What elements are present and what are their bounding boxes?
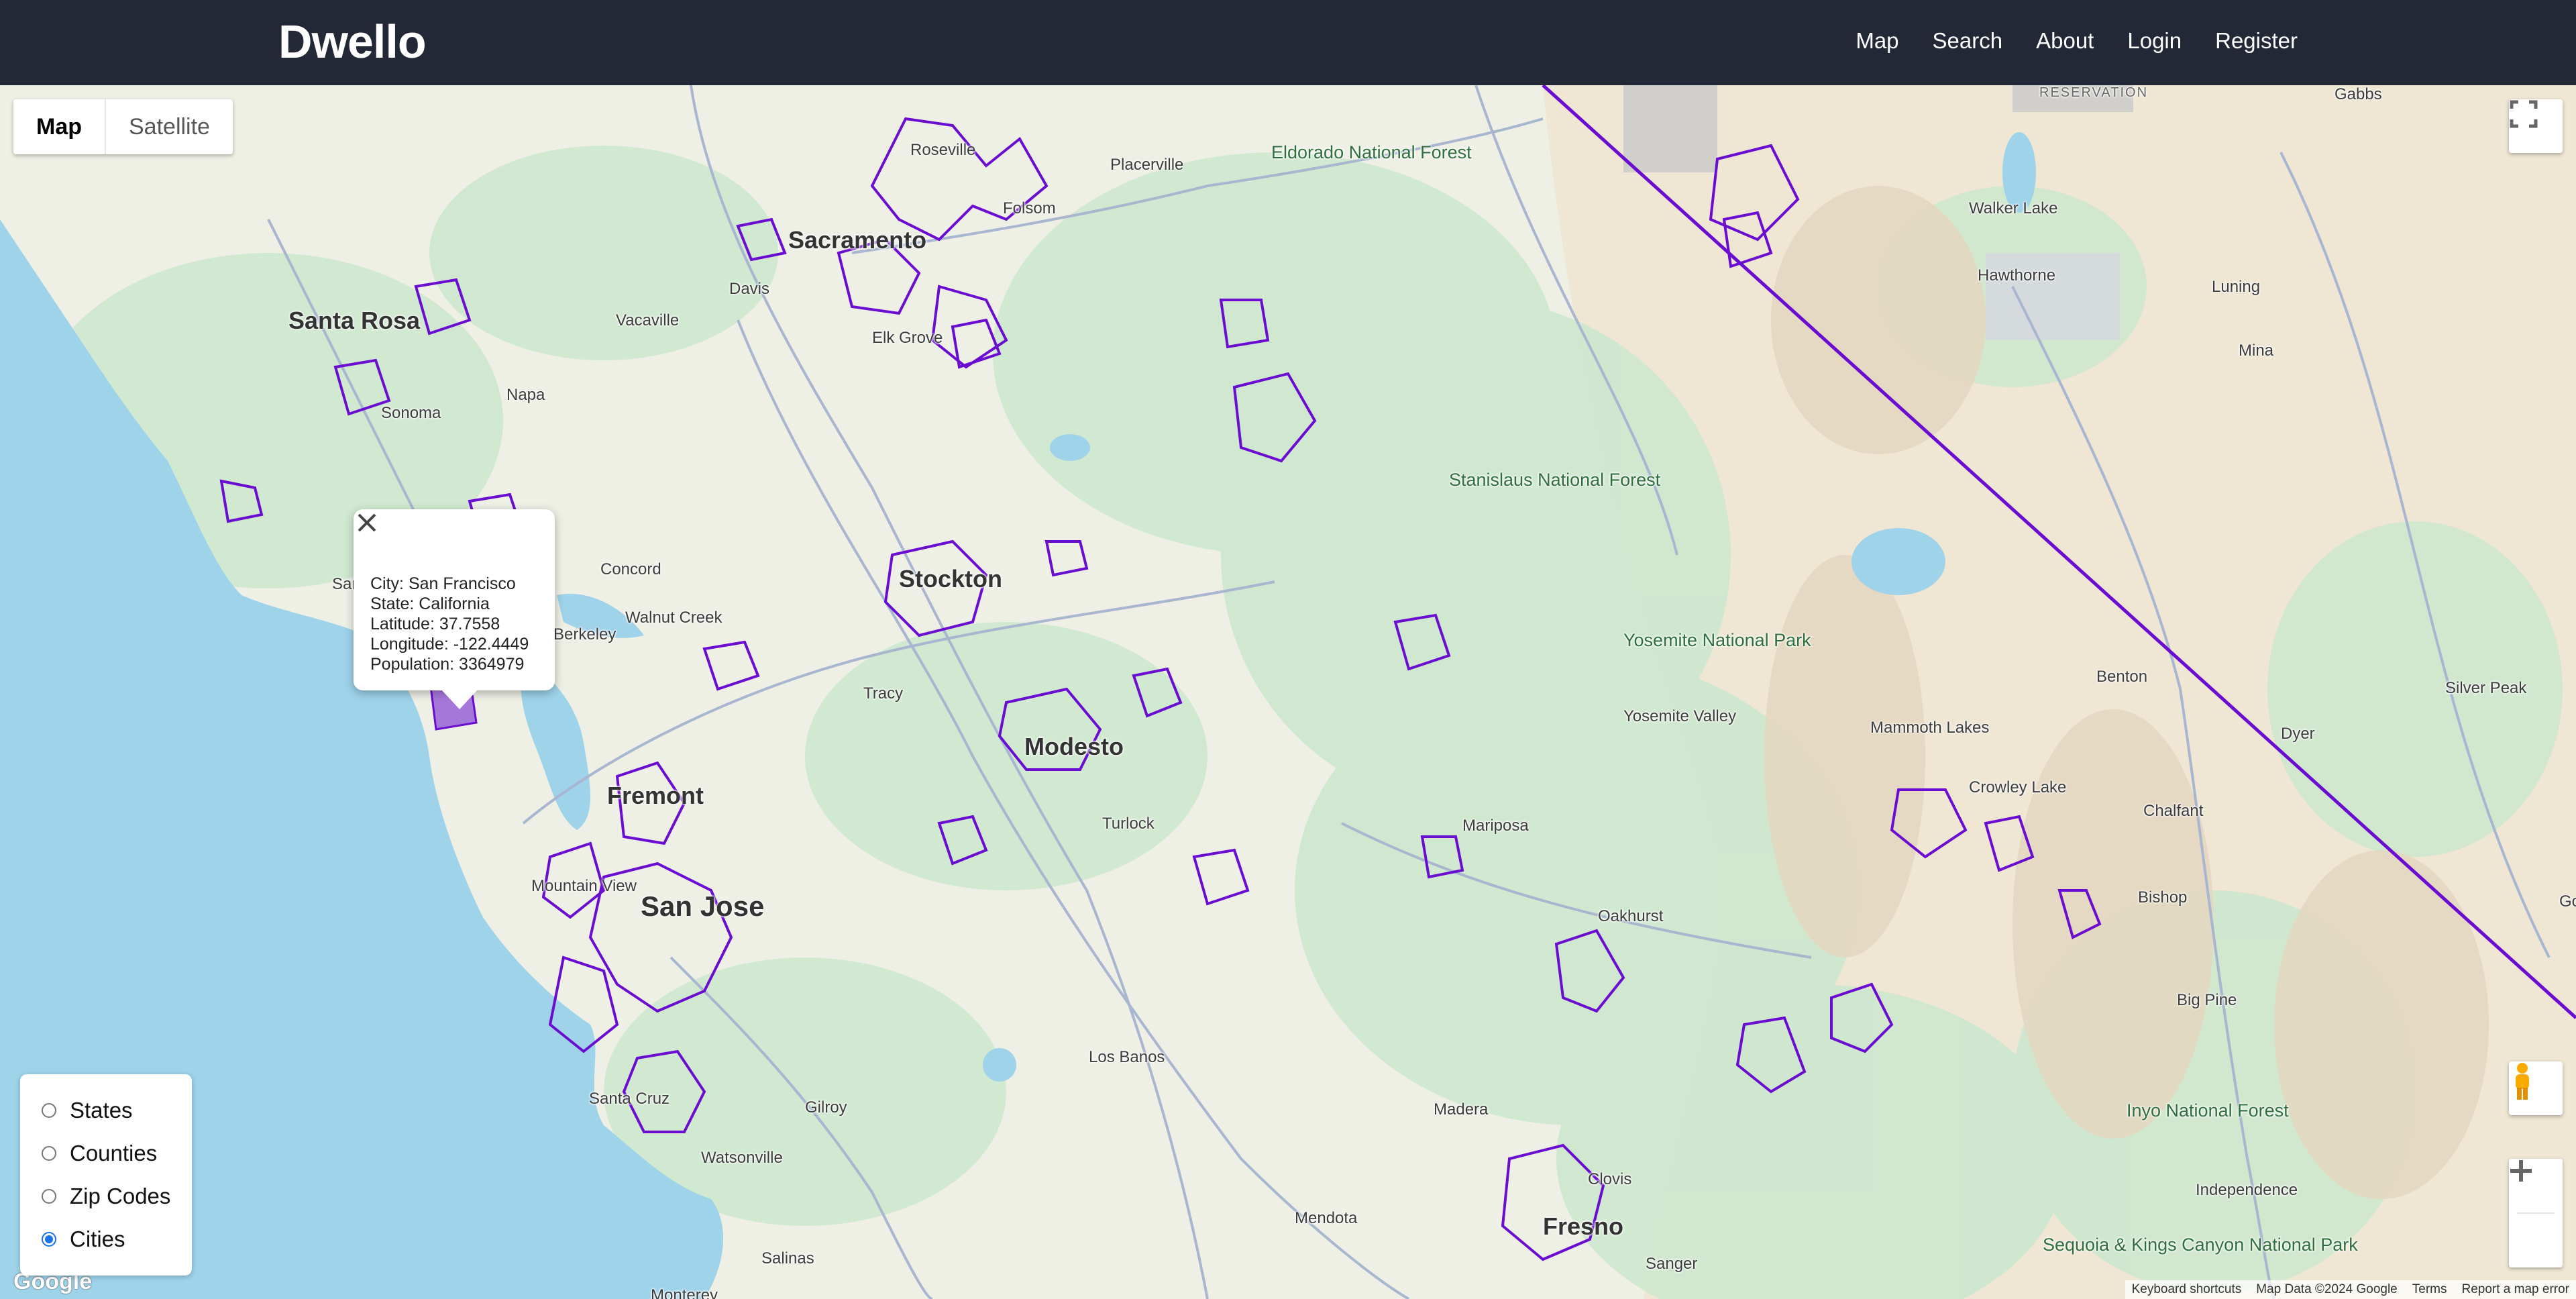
street-view-pegman[interactable]	[2509, 1061, 2563, 1115]
layer-option-zip-codes[interactable]: Zip Codes	[20, 1175, 192, 1218]
place-label: Benton	[2096, 668, 2148, 686]
report-error-link[interactable]: Report a map error	[2461, 1282, 2569, 1297]
nav-login-link[interactable]: Login	[2127, 28, 2182, 54]
place-label: Santa Rosa	[288, 307, 421, 334]
pegman-icon	[2516, 1063, 2529, 1100]
place-label: Hawthorne	[1978, 266, 2056, 284]
place-label: Crowley Lake	[1969, 778, 2067, 796]
place-label: Concord	[600, 560, 661, 578]
boundary-layer-selector: States Counties Zip Codes Cities	[20, 1074, 192, 1276]
layer-label: Cities	[70, 1227, 125, 1251]
place-label: Stockton	[899, 565, 1003, 592]
park-label: Stanislaus National Forest	[1449, 470, 1661, 490]
place-label: Oakhurst	[1598, 907, 1664, 925]
place-label: Fremont	[607, 782, 704, 809]
place-label: Walnut Creek	[625, 609, 722, 627]
info-city: City: San Francisco	[370, 574, 516, 593]
place-label: Gabbs	[2334, 85, 2382, 103]
place-label: Tracy	[863, 684, 904, 703]
place-label: Fresno	[1543, 1212, 1624, 1240]
place-label: Madera	[1434, 1100, 1489, 1119]
place-label: Mammoth Lakes	[1870, 719, 1990, 737]
map-type-control: Map Satellite	[13, 99, 233, 154]
map-data-credit: Map Data ©2024 Google	[2256, 1282, 2398, 1296]
place-label: Sanger	[1646, 1255, 1698, 1273]
radio-zip-codes[interactable]	[42, 1189, 56, 1204]
place-label: Clovis	[1588, 1170, 1632, 1188]
keyboard-shortcuts-link[interactable]: Keyboard shortcuts	[2132, 1282, 2242, 1297]
info-population: Population: 3364979	[370, 655, 525, 674]
park-label: Sequoia & Kings Canyon National Park	[2043, 1235, 2358, 1255]
terms-link[interactable]: Terms	[2412, 1282, 2447, 1297]
minus-icon	[2510, 1169, 2532, 1173]
place-label: Dyer	[2281, 725, 2315, 743]
info-longitude: Longitude: -122.4449	[370, 635, 529, 654]
place-label: Yosemite Valley	[1623, 707, 1737, 725]
place-label: San Jose	[641, 890, 765, 922]
park-label: Eldorado National Forest	[1271, 142, 1472, 162]
place-label: Mountain View	[531, 877, 637, 895]
nav-register-link[interactable]: Register	[2215, 28, 2298, 54]
place-label: Sacramento	[788, 226, 927, 254]
layer-label: Zip Codes	[70, 1184, 171, 1208]
park-label: Inyo National Forest	[2127, 1100, 2289, 1121]
map-attribution: Keyboard shortcuts Map Data ©2024 Google…	[2125, 1280, 2576, 1299]
place-label: Mina	[2239, 342, 2274, 360]
map-canvas[interactable]: Sacramento Stockton Modesto Fremont San …	[0, 85, 2576, 1299]
place-label: Walker Lake	[1969, 199, 2058, 217]
place-label: Silver Peak	[2445, 679, 2527, 697]
place-label: Napa	[506, 386, 545, 404]
park-label: Yosemite National Park	[1623, 630, 1811, 650]
place-label: Los Banos	[1089, 1048, 1165, 1066]
brand-logo[interactable]: Dwello	[278, 15, 427, 68]
place-label: Gilroy	[805, 1098, 847, 1116]
place-label: Santa Cruz	[589, 1090, 670, 1108]
place-label: Luning	[2212, 278, 2261, 296]
place-label: Mariposa	[1462, 817, 1529, 835]
place-label: Go	[2559, 892, 2576, 911]
layer-label: States	[70, 1098, 133, 1123]
zoom-out-button[interactable]	[2509, 1169, 2563, 1267]
place-label: Watsonville	[701, 1149, 783, 1167]
place-label: Mendota	[1295, 1209, 1358, 1227]
reservation-label: RESERVATION	[2039, 85, 2149, 100]
nav-menu: Map Search About Login Register	[1856, 28, 2298, 54]
place-label: Vacaville	[616, 311, 680, 329]
radio-counties[interactable]	[42, 1146, 56, 1161]
map-type-satellite-button[interactable]: Satellite	[106, 99, 233, 154]
fullscreen-button[interactable]	[2509, 99, 2563, 153]
place-label: Sonoma	[381, 404, 441, 422]
fullscreen-icon	[2510, 100, 2538, 128]
place-label: Davis	[729, 280, 770, 298]
place-label: Salinas	[761, 1249, 814, 1267]
nav-about-link[interactable]: About	[2036, 28, 2094, 54]
place-label: Chalfant	[2143, 802, 2204, 820]
place-label: Folsom	[1003, 199, 1056, 217]
city-info-window: City: San Francisco State: California La…	[354, 509, 555, 709]
place-label: Independence	[2196, 1181, 2298, 1199]
place-label: Bishop	[2138, 888, 2188, 906]
place-label: Turlock	[1102, 815, 1155, 833]
radio-cities[interactable]	[42, 1232, 56, 1247]
info-latitude: Latitude: 37.7558	[370, 615, 500, 633]
zoom-control	[2509, 1159, 2563, 1267]
layer-option-states[interactable]: States	[20, 1089, 192, 1132]
info-state: State: California	[370, 594, 490, 613]
close-icon[interactable]	[354, 509, 380, 536]
nav-map-link[interactable]: Map	[1856, 28, 1898, 54]
place-label: Big Pine	[2177, 991, 2237, 1009]
layer-label: Counties	[70, 1141, 158, 1165]
layer-option-cities[interactable]: Cities	[20, 1218, 192, 1261]
place-label: Elk Grove	[872, 329, 943, 347]
radio-states[interactable]	[42, 1103, 56, 1118]
layer-option-counties[interactable]: Counties	[20, 1132, 192, 1175]
nav-search-link[interactable]: Search	[1933, 28, 2003, 54]
place-label: Monterey	[651, 1286, 718, 1299]
top-navbar: Dwello Map Search About Login Register	[0, 0, 2576, 85]
place-label: Modesto	[1024, 733, 1124, 760]
map-type-map-button[interactable]: Map	[13, 99, 105, 154]
place-label: Placerville	[1110, 156, 1184, 174]
place-label: Berkeley	[553, 625, 616, 643]
place-label: Roseville	[910, 141, 976, 159]
